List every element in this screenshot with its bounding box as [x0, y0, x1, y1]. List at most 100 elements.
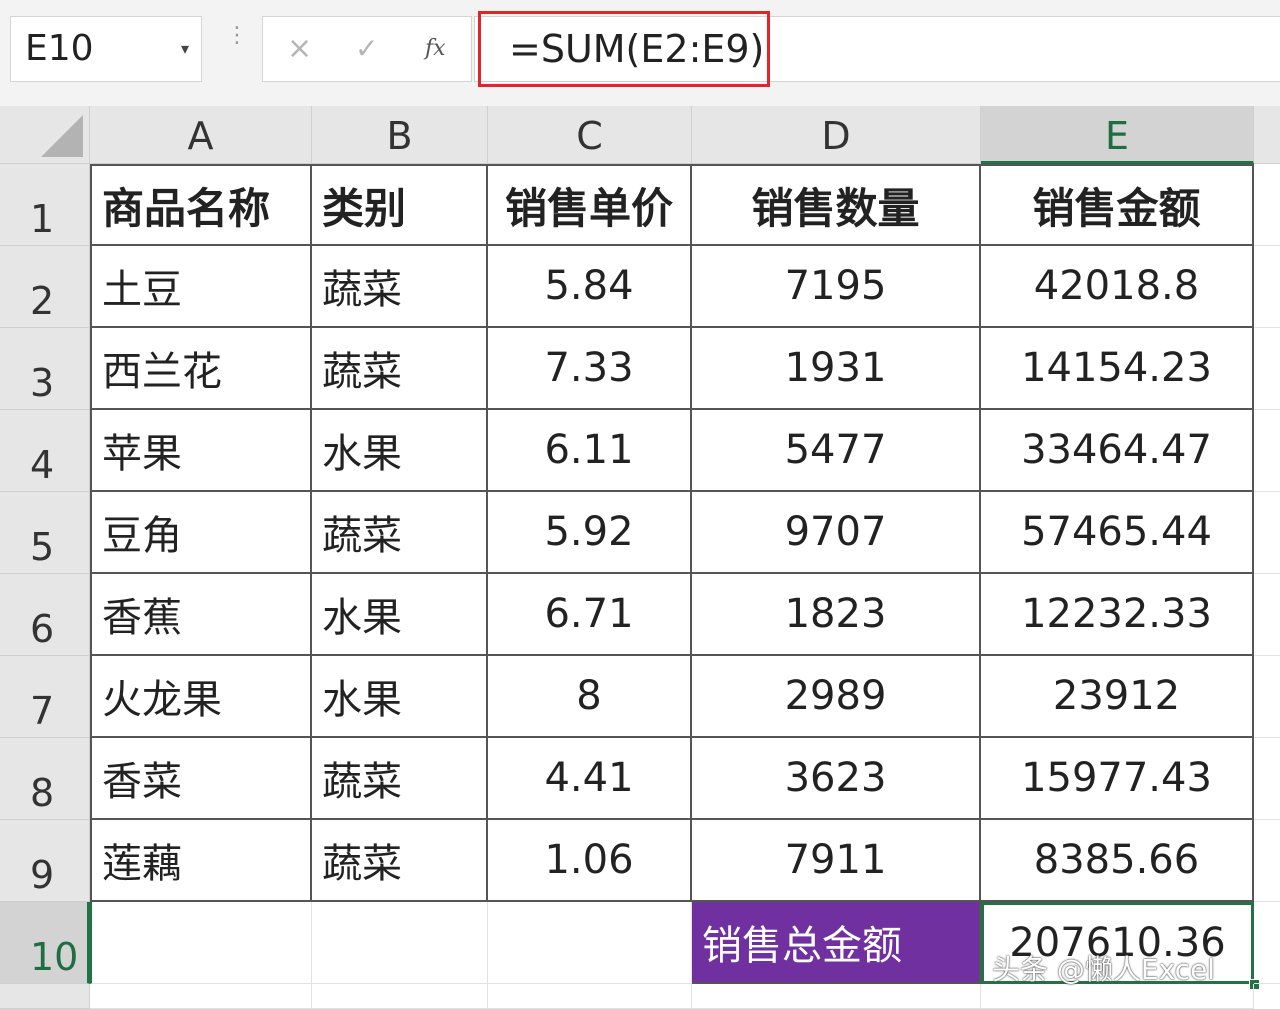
column-header-d[interactable]: D: [692, 106, 981, 164]
table-cell[interactable]: 4.41: [488, 738, 692, 820]
enter-icon[interactable]: ✓: [355, 17, 378, 81]
table-cell[interactable]: 5.84: [488, 246, 692, 328]
select-all-button[interactable]: [0, 106, 90, 164]
row-number: 9: [30, 853, 55, 897]
row-header-2[interactable]: 2: [0, 246, 90, 328]
more-options-icon[interactable]: ⋮: [226, 25, 248, 47]
chevron-down-icon[interactable]: ▾: [181, 17, 189, 81]
column-header-c[interactable]: C: [488, 106, 692, 164]
column-header-blank[interactable]: [1254, 106, 1280, 164]
row-number: 8: [30, 771, 55, 815]
watermark: 头条 @懒人Excel: [992, 953, 1216, 986]
empty-cell[interactable]: [1254, 492, 1280, 574]
empty-cell[interactable]: [312, 984, 488, 1009]
table-cell[interactable]: 57465.44: [981, 492, 1254, 574]
table-cell[interactable]: 蔬菜: [312, 328, 488, 410]
table-cell[interactable]: 6.71: [488, 574, 692, 656]
table-cell[interactable]: 1823: [692, 574, 981, 656]
table-cell[interactable]: 6.11: [488, 410, 692, 492]
formula-controls: × ✓ fx: [262, 16, 472, 82]
row-header-1[interactable]: 1: [0, 164, 90, 246]
empty-cell[interactable]: [1254, 574, 1280, 656]
table-cell[interactable]: 5477: [692, 410, 981, 492]
empty-cell[interactable]: [488, 902, 692, 984]
row-number: 6: [30, 607, 55, 651]
insert-function-icon[interactable]: fx: [425, 17, 446, 81]
table-cell[interactable]: 14154.23: [981, 328, 1254, 410]
table-cell[interactable]: 豆角: [90, 492, 312, 574]
table-cell[interactable]: 蔬菜: [312, 820, 488, 902]
table-cell[interactable]: 12232.33: [981, 574, 1254, 656]
table-cell[interactable]: 9707: [692, 492, 981, 574]
table-cell[interactable]: 15977.43: [981, 738, 1254, 820]
table-cell[interactable]: 香蕉: [90, 574, 312, 656]
table-cell[interactable]: 8: [488, 656, 692, 738]
row-header-9[interactable]: 9: [0, 820, 90, 902]
row-header-7[interactable]: 7: [0, 656, 90, 738]
row-header-8[interactable]: 8: [0, 738, 90, 820]
column-header-b[interactable]: B: [312, 106, 488, 164]
table-cell[interactable]: 蔬菜: [312, 738, 488, 820]
empty-cell[interactable]: [312, 902, 488, 984]
table-cell[interactable]: 7.33: [488, 328, 692, 410]
column-header-e[interactable]: E: [981, 106, 1254, 164]
table-cell[interactable]: 8385.66: [981, 820, 1254, 902]
table-header-cell[interactable]: 销售单价: [488, 164, 692, 246]
empty-cell[interactable]: [488, 984, 692, 1009]
empty-cell[interactable]: [692, 984, 981, 1009]
spreadsheet-grid: A B C D E 1 2 3 4 5 6 7 8 9 10 商品名称 类别 销售单价 销售数量 销售金额 土豆 蔬菜 5.…: [0, 106, 1280, 1009]
table-cell[interactable]: 7911: [692, 820, 981, 902]
row-number: 2: [30, 279, 55, 323]
table-header-cell[interactable]: 销售金额: [981, 164, 1254, 246]
row-header-4[interactable]: 4: [0, 410, 90, 492]
table-cell[interactable]: 蔬菜: [312, 492, 488, 574]
column-header-a[interactable]: A: [90, 106, 312, 164]
row-number: 5: [30, 525, 55, 569]
name-box[interactable]: E10 ▾: [10, 16, 202, 82]
empty-cell[interactable]: [1254, 328, 1280, 410]
table-header-cell[interactable]: 商品名称: [90, 164, 312, 246]
empty-cell[interactable]: [90, 902, 312, 984]
table-header-cell[interactable]: 销售数量: [692, 164, 981, 246]
formula-text[interactable]: =SUM(E2:E9): [478, 11, 770, 87]
table-cell[interactable]: 23912: [981, 656, 1254, 738]
table-cell[interactable]: 5.92: [488, 492, 692, 574]
table-cell[interactable]: 火龙果: [90, 656, 312, 738]
table-cell[interactable]: 水果: [312, 656, 488, 738]
row-header-3[interactable]: 3: [0, 328, 90, 410]
table-cell[interactable]: 蔬菜: [312, 246, 488, 328]
formula-bar: E10 ▾ ⋮ × ✓ fx =SUM(E2:E9): [0, 0, 1280, 98]
row-number: 10: [30, 935, 79, 979]
table-cell[interactable]: 土豆: [90, 246, 312, 328]
row-header-6[interactable]: 6: [0, 574, 90, 656]
table-cell[interactable]: 2989: [692, 656, 981, 738]
table-cell[interactable]: 莲藕: [90, 820, 312, 902]
table-header-cell[interactable]: 类别: [312, 164, 488, 246]
row-header-blank[interactable]: [0, 984, 90, 1009]
table-cell[interactable]: 33464.47: [981, 410, 1254, 492]
empty-cell[interactable]: [1254, 738, 1280, 820]
empty-cell[interactable]: [1254, 410, 1280, 492]
empty-cell[interactable]: [1254, 656, 1280, 738]
row-header-10[interactable]: 10: [0, 902, 90, 984]
empty-cell[interactable]: [1254, 902, 1280, 984]
empty-cell[interactable]: [90, 984, 312, 1009]
empty-cell[interactable]: [1254, 246, 1280, 328]
table-cell[interactable]: 1931: [692, 328, 981, 410]
empty-cell[interactable]: [1254, 164, 1280, 246]
table-cell[interactable]: 水果: [312, 574, 488, 656]
table-cell[interactable]: 1.06: [488, 820, 692, 902]
table-cell[interactable]: 香菜: [90, 738, 312, 820]
table-cell[interactable]: 3623: [692, 738, 981, 820]
table-cell[interactable]: 水果: [312, 410, 488, 492]
row-number: 3: [30, 361, 55, 405]
table-cell[interactable]: 7195: [692, 246, 981, 328]
cancel-icon[interactable]: ×: [287, 17, 312, 81]
table-cell[interactable]: 42018.8: [981, 246, 1254, 328]
row-number: 1: [30, 197, 55, 241]
total-label-cell[interactable]: 销售总金额: [692, 902, 981, 984]
empty-cell[interactable]: [1254, 820, 1280, 902]
table-cell[interactable]: 苹果: [90, 410, 312, 492]
row-header-5[interactable]: 5: [0, 492, 90, 574]
table-cell[interactable]: 西兰花: [90, 328, 312, 410]
